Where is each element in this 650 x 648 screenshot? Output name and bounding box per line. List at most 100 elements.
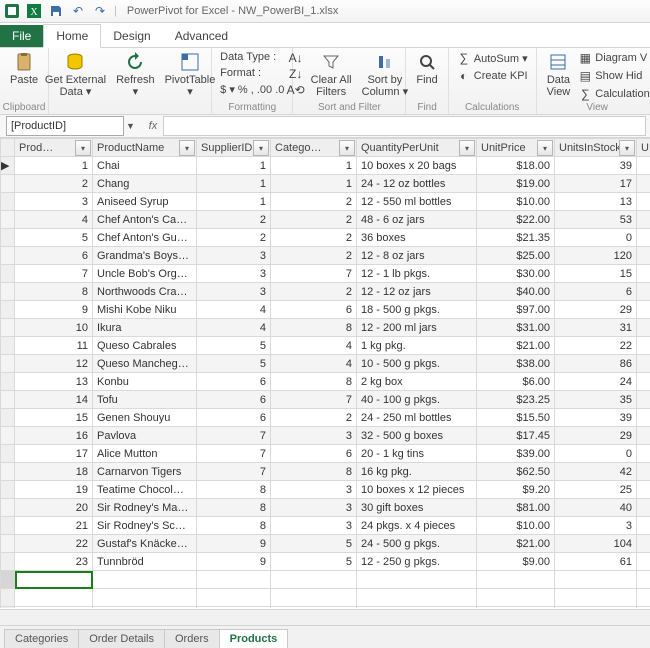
- cell-categoryid[interactable]: 2: [271, 193, 357, 211]
- tab-file[interactable]: File: [0, 25, 43, 47]
- data-view-button[interactable]: Data View: [543, 50, 575, 102]
- cell-unitprice[interactable]: $10.00: [477, 193, 555, 211]
- cell-unitsinstock[interactable]: 31: [555, 319, 637, 337]
- cell-qtyperunit[interactable]: 12 - 8 oz jars: [357, 247, 477, 265]
- sheet-order-details[interactable]: Order Details: [78, 629, 165, 648]
- filter-icon[interactable]: ▾: [253, 140, 269, 156]
- row-header[interactable]: [1, 211, 15, 229]
- table-row[interactable]: 22Gustaf's Knäcke…9524 - 500 g pkgs.$21.…: [1, 535, 650, 553]
- cell-unitsinstock[interactable]: 13: [555, 193, 637, 211]
- cell-qtyperunit[interactable]: 36 boxes: [357, 229, 477, 247]
- col-last[interactable]: U: [637, 139, 650, 157]
- cell-productname[interactable]: Grandma's Boys…: [93, 247, 197, 265]
- cell-unitprice[interactable]: $81.00: [477, 499, 555, 517]
- cell-productid[interactable]: 5: [15, 229, 93, 247]
- col-supplierid[interactable]: SupplierID▾: [197, 139, 271, 157]
- autosum-button[interactable]: ∑AutoSum ▾: [455, 50, 530, 66]
- table-row[interactable]: 20Sir Rodney's Ma…8330 gift boxes$81.004…: [1, 499, 650, 517]
- cell-productid[interactable]: 14: [15, 391, 93, 409]
- cell-categoryid[interactable]: 1: [271, 157, 357, 175]
- cell-categoryid[interactable]: 2: [271, 211, 357, 229]
- cell-categoryid[interactable]: 2: [271, 229, 357, 247]
- cell-productname[interactable]: Sir Rodney's Ma…: [93, 499, 197, 517]
- cell-last[interactable]: [637, 463, 650, 481]
- cell-unitsinstock[interactable]: 42: [555, 463, 637, 481]
- selected-cell[interactable]: [15, 571, 93, 589]
- clear-filters-button[interactable]: Clear All Filters: [307, 50, 356, 100]
- row-header[interactable]: [1, 463, 15, 481]
- cell-supplierid[interactable]: 1: [197, 175, 271, 193]
- cell-categoryid[interactable]: 8: [271, 463, 357, 481]
- cell-last[interactable]: [637, 301, 650, 319]
- table-row[interactable]: 17Alice Mutton7620 - 1 kg tins$39.000: [1, 445, 650, 463]
- cell-productid[interactable]: 4: [15, 211, 93, 229]
- cell-productname[interactable]: Konbu: [93, 373, 197, 391]
- cell-unitprice[interactable]: $62.50: [477, 463, 555, 481]
- cell-productid[interactable]: 9: [15, 301, 93, 319]
- cell-qtyperunit[interactable]: 20 - 1 kg tins: [357, 445, 477, 463]
- cell-qtyperunit[interactable]: 48 - 6 oz jars: [357, 211, 477, 229]
- cell-productid[interactable]: 18: [15, 463, 93, 481]
- cell-categoryid[interactable]: 3: [271, 481, 357, 499]
- row-header[interactable]: [1, 481, 15, 499]
- col-categoryid[interactable]: Catego…▾: [271, 139, 357, 157]
- undo-icon[interactable]: ↶: [70, 3, 86, 19]
- cell-productid[interactable]: 22: [15, 535, 93, 553]
- cell-supplierid[interactable]: 6: [197, 409, 271, 427]
- cell-categoryid[interactable]: 2: [271, 283, 357, 301]
- cell-unitprice[interactable]: $10.00: [477, 517, 555, 535]
- cell-unitsinstock[interactable]: 39: [555, 157, 637, 175]
- table-row[interactable]: 21Sir Rodney's Sco…8324 pkgs. x 4 pieces…: [1, 517, 650, 535]
- clear-sort-button[interactable]: A⟲: [287, 82, 305, 98]
- cell-productname[interactable]: Carnarvon Tigers: [93, 463, 197, 481]
- cell-last[interactable]: [637, 517, 650, 535]
- horizontal-scrollbar[interactable]: [0, 609, 650, 626]
- filter-icon[interactable]: ▾: [179, 140, 195, 156]
- cell-categoryid[interactable]: 4: [271, 337, 357, 355]
- row-header[interactable]: [1, 409, 15, 427]
- cell-categoryid[interactable]: 3: [271, 427, 357, 445]
- row-header[interactable]: [1, 229, 15, 247]
- cell-last[interactable]: [637, 319, 650, 337]
- cell-supplierid[interactable]: 2: [197, 211, 271, 229]
- cell-last[interactable]: [637, 427, 650, 445]
- cell-unitsinstock[interactable]: 6: [555, 283, 637, 301]
- cell-unitprice[interactable]: $38.00: [477, 355, 555, 373]
- cell-categoryid[interactable]: 7: [271, 265, 357, 283]
- cell-unitprice[interactable]: $25.00: [477, 247, 555, 265]
- table-row[interactable]: 7Uncle Bob's Org…3712 - 1 lb pkgs.$30.00…: [1, 265, 650, 283]
- cell-productid[interactable]: 21: [15, 517, 93, 535]
- cell-unitprice[interactable]: $97.00: [477, 301, 555, 319]
- cell-qtyperunit[interactable]: 10 - 500 g pkgs.: [357, 355, 477, 373]
- cell-supplierid[interactable]: 3: [197, 265, 271, 283]
- cell-last[interactable]: [637, 175, 650, 193]
- cell-productid[interactable]: 19: [15, 481, 93, 499]
- cell-qtyperunit[interactable]: 10 boxes x 12 pieces: [357, 481, 477, 499]
- cell-productid[interactable]: 3: [15, 193, 93, 211]
- table-row[interactable]: 8Northwoods Cra…3212 - 12 oz jars$40.006: [1, 283, 650, 301]
- cell-unitsinstock[interactable]: 22: [555, 337, 637, 355]
- sort-desc-button[interactable]: Z↓: [287, 66, 305, 82]
- row-header[interactable]: [1, 373, 15, 391]
- cell-categoryid[interactable]: 2: [271, 247, 357, 265]
- cell-last[interactable]: [637, 283, 650, 301]
- cell-unitprice[interactable]: $39.00: [477, 445, 555, 463]
- cell-qtyperunit[interactable]: 12 - 550 ml bottles: [357, 193, 477, 211]
- row-header[interactable]: [1, 427, 15, 445]
- datatype-button[interactable]: Data Type :: [218, 50, 278, 64]
- cell-productname[interactable]: Pavlova: [93, 427, 197, 445]
- formula-input[interactable]: [163, 116, 646, 136]
- table-row[interactable]: 5Chef Anton's Gu…2236 boxes$21.350: [1, 229, 650, 247]
- cell-qtyperunit[interactable]: 12 - 250 g pkgs.: [357, 553, 477, 571]
- cell-categoryid[interactable]: 2: [271, 409, 357, 427]
- cell-categoryid[interactable]: 5: [271, 553, 357, 571]
- row-header[interactable]: [1, 355, 15, 373]
- cell-last[interactable]: [637, 535, 650, 553]
- table-row[interactable]: 13Konbu682 kg box$6.0024: [1, 373, 650, 391]
- cell-unitsinstock[interactable]: 53: [555, 211, 637, 229]
- cell-supplierid[interactable]: 4: [197, 301, 271, 319]
- cell-unitprice[interactable]: $23.25: [477, 391, 555, 409]
- col-qtyperunit[interactable]: QuantityPerUnit▾: [357, 139, 477, 157]
- cell-unitprice[interactable]: $9.00: [477, 553, 555, 571]
- cell-supplierid[interactable]: 7: [197, 463, 271, 481]
